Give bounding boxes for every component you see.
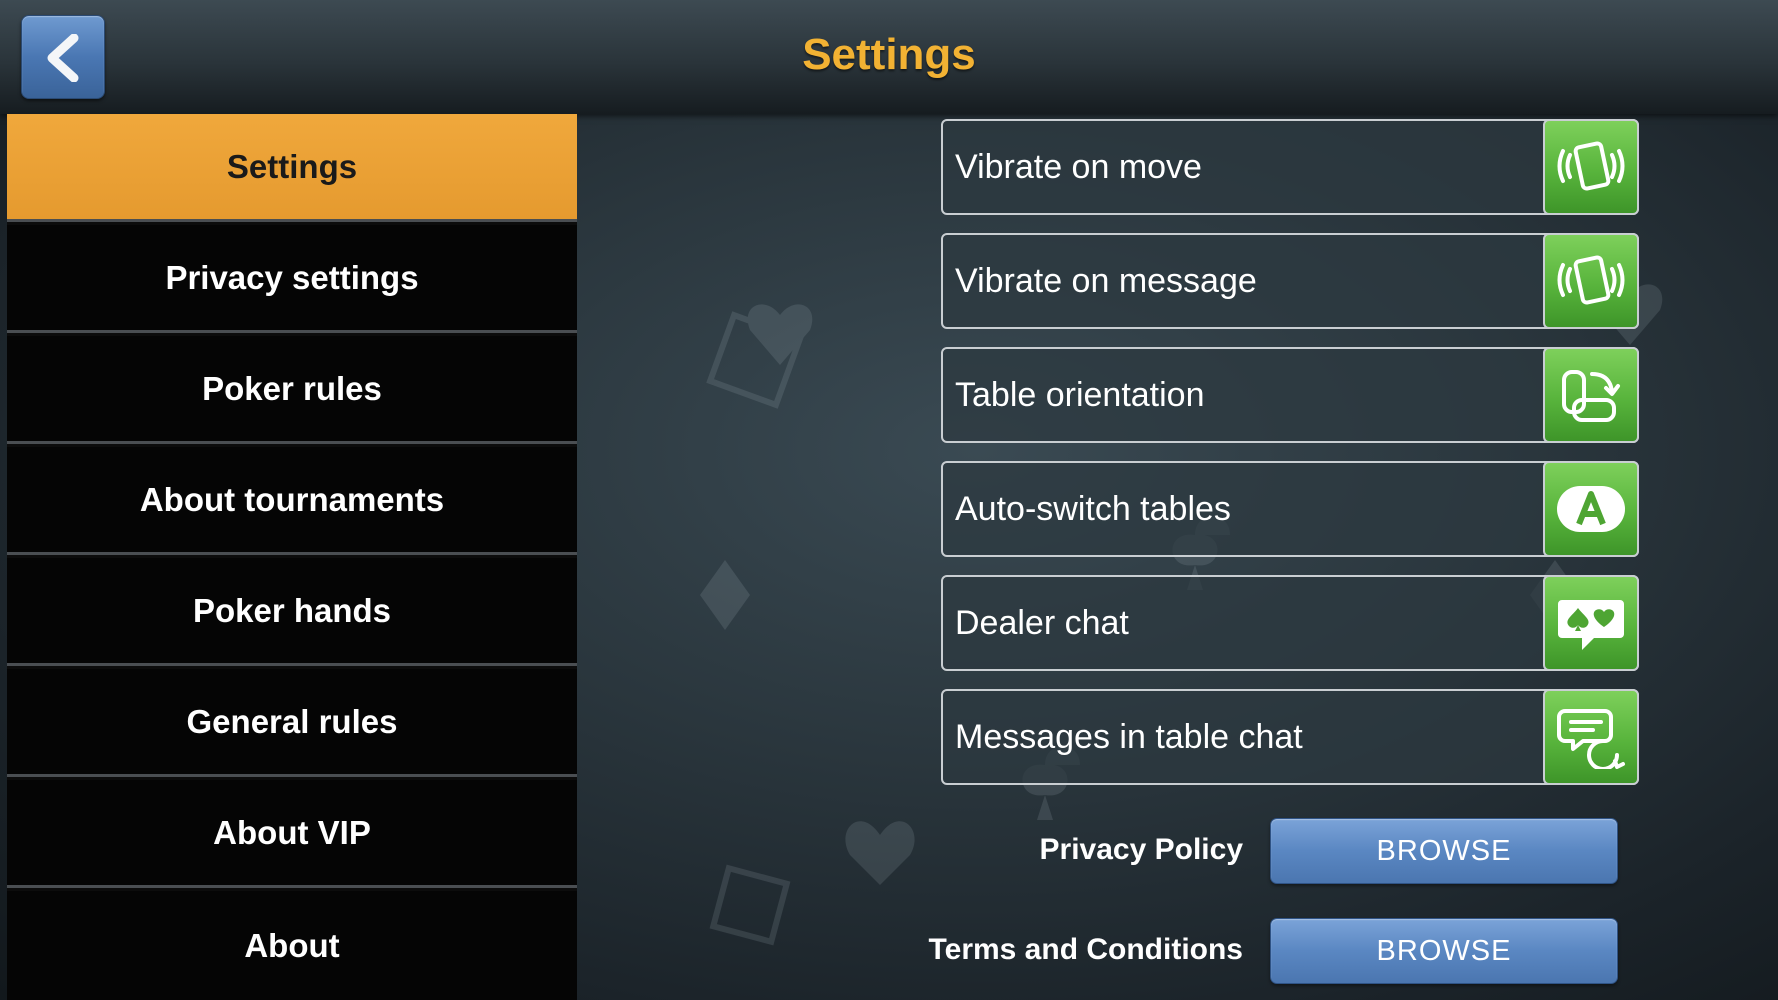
terms-and-conditions-browse-button[interactable]: BROWSE — [1270, 918, 1618, 984]
sidebar-item-label: Privacy settings — [165, 258, 419, 296]
vibrate-phone-icon[interactable] — [1543, 233, 1639, 329]
sidebar-item-general-rules[interactable]: General rules — [7, 669, 577, 777]
sidebar-item-label: Settings — [226, 147, 358, 185]
rotate-device-icon[interactable] — [1543, 347, 1639, 443]
sidebar-item-label: Poker hands — [192, 591, 392, 629]
setting-messages-in-table-chat[interactable]: Messages in table chat — [941, 689, 1639, 785]
chat-bubble-icon[interactable] — [1543, 689, 1639, 785]
setting-label: Table orientation — [955, 376, 1205, 414]
privacy-policy-label: Privacy Policy — [1039, 833, 1243, 866]
privacy-policy-browse-button[interactable]: BROWSE — [1270, 818, 1618, 884]
setting-label: Messages in table chat — [955, 718, 1303, 756]
vibrate-phone-icon[interactable] — [1543, 119, 1639, 215]
setting-dealer-chat[interactable]: Dealer chat — [941, 575, 1639, 671]
setting-label: Dealer chat — [955, 604, 1129, 642]
sidebar-item-about-vip[interactable]: About VIP — [7, 780, 577, 888]
sidebar-item-privacy-settings[interactable]: Privacy settings — [7, 225, 577, 333]
sidebar-item-label: About VIP — [213, 813, 371, 851]
setting-label: Vibrate on message — [955, 262, 1257, 300]
sidebar-item-settings[interactable]: Settings — [7, 114, 577, 222]
setting-vibrate-on-move[interactable]: Vibrate on move — [941, 119, 1639, 215]
sidebar-item-poker-rules[interactable]: Poker rules — [7, 336, 577, 444]
sidebar-item-about[interactable]: About — [7, 891, 577, 1000]
setting-label: Auto-switch tables — [955, 490, 1231, 528]
letter-a-icon[interactable] — [1543, 461, 1639, 557]
sidebar-item-label: About — [244, 926, 340, 964]
setting-label: Vibrate on move — [955, 148, 1202, 186]
sidebar-item-poker-hands[interactable]: Poker hands — [7, 558, 577, 666]
terms-and-conditions-label: Terms and Conditions — [928, 933, 1243, 966]
setting-vibrate-on-message[interactable]: Vibrate on message — [941, 233, 1639, 329]
sidebar-item-label: Poker rules — [202, 369, 382, 407]
page-title: Settings — [802, 30, 976, 79]
setting-auto-switch-tables[interactable]: Auto-switch tables — [941, 461, 1639, 557]
suits-chat-icon[interactable] — [1543, 575, 1639, 671]
sidebar-item-label: About tournaments — [139, 480, 445, 518]
sidebar: Settings Privacy settings Poker rules Ab… — [7, 114, 577, 1000]
sidebar-item-about-tournaments[interactable]: About tournaments — [7, 447, 577, 555]
sidebar-item-label: General rules — [186, 702, 398, 740]
setting-table-orientation[interactable]: Table orientation — [941, 347, 1639, 443]
